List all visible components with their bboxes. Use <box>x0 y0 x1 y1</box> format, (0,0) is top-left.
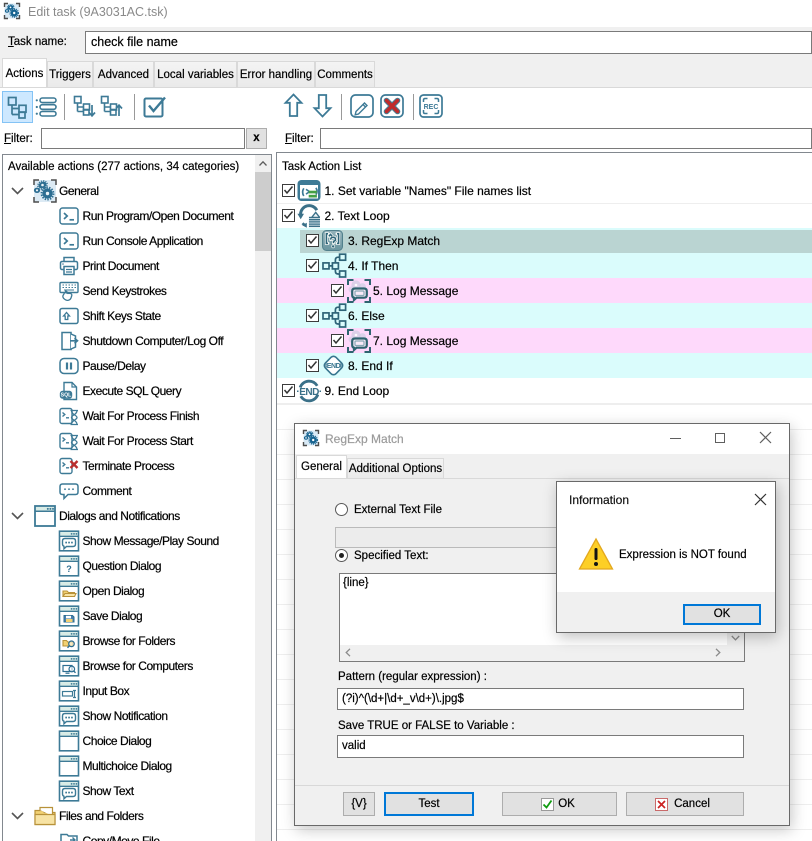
svg-text:?: ? <box>66 564 72 574</box>
svg-text:SQL: SQL <box>60 392 71 398</box>
svg-text:END: END <box>326 363 340 370</box>
svg-text:END: END <box>299 387 319 398</box>
svg-text:REC: REC <box>424 104 439 111</box>
